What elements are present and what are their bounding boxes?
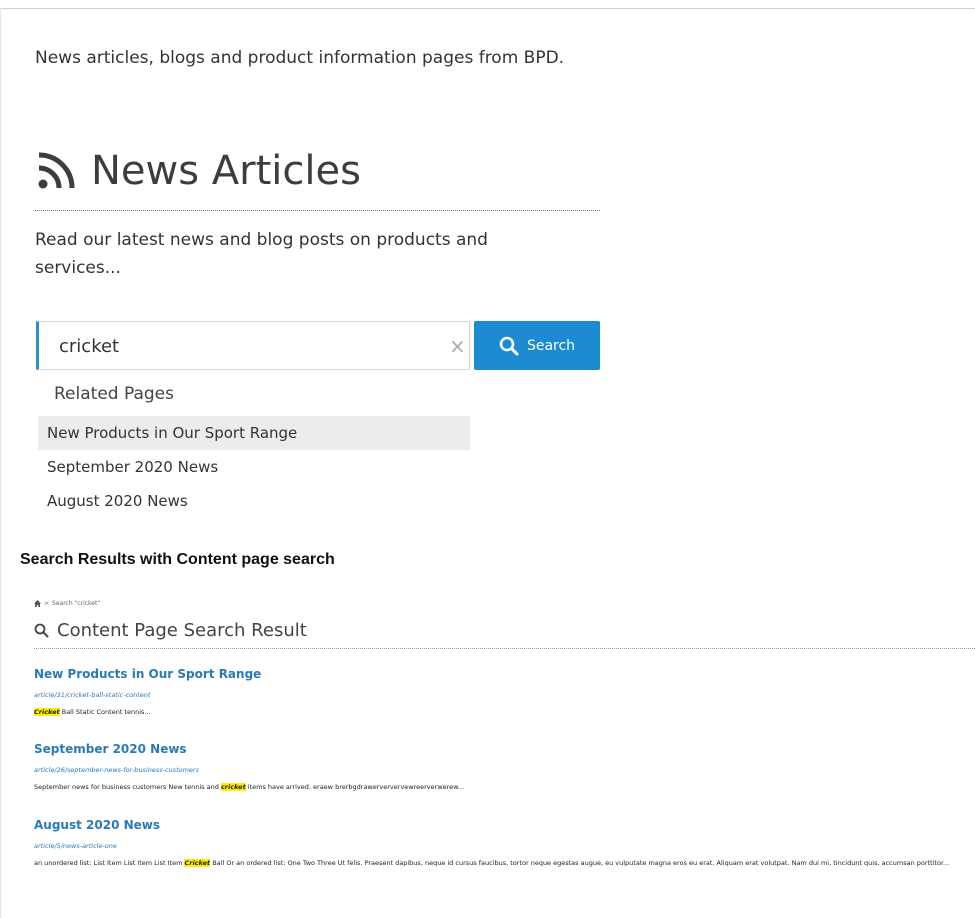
page-title: News Articles <box>35 148 361 194</box>
result-snippet: September news for business customers Ne… <box>34 782 964 793</box>
page-title-text: News Articles <box>91 148 361 194</box>
related-pages-heading: Related Pages <box>54 384 174 404</box>
results-title: Content Page Search Result <box>34 620 307 641</box>
snippet-text: Ball Or an ordered list: One Two Three U… <box>210 859 950 867</box>
snippet-text: an unordered list: List Item List Item L… <box>34 859 185 867</box>
breadcrumb: > Search "cricket" <box>34 600 100 607</box>
clear-icon[interactable]: × <box>449 334 466 358</box>
left-divider <box>0 8 1 918</box>
result-title-link[interactable]: September 2020 News <box>34 742 964 756</box>
related-pages-list: New Products in Our Sport Range Septembe… <box>38 416 470 518</box>
result-url-link[interactable]: article/5/news-article-one <box>34 842 964 850</box>
page-subtitle: Read our latest news and blog posts on p… <box>35 230 488 278</box>
section-caption: Search Results with Content page search <box>20 551 335 568</box>
search-icon <box>499 336 519 355</box>
related-item[interactable]: August 2020 News <box>38 484 470 518</box>
top-divider <box>0 8 975 9</box>
search-term-highlight: Cricket <box>184 859 211 867</box>
result-snippet: Cricket Ball Static Content tennis... <box>34 707 964 718</box>
search-button-label: Search <box>526 337 576 354</box>
search-input[interactable] <box>59 332 439 360</box>
breadcrumb-separator: > <box>44 600 50 607</box>
search-term-highlight: Cricket <box>34 708 60 716</box>
related-item[interactable]: September 2020 News <box>38 450 470 484</box>
result-title-link[interactable]: August 2020 News <box>34 818 964 832</box>
search-icon <box>34 623 49 638</box>
rss-icon <box>38 152 75 189</box>
result-title-link[interactable]: New Products in Our Sport Range <box>34 667 964 681</box>
search-result: September 2020 News article/26/september… <box>34 742 964 793</box>
intro-text: News articles, blogs and product informa… <box>35 48 565 68</box>
result-url-link[interactable]: article/31/cricket-ball-static-content <box>34 691 964 699</box>
results-title-text: Content Page Search Result <box>57 620 307 641</box>
snippet-text: Ball Static Content tennis... <box>59 708 151 716</box>
snippet-text: items have arrived. eraew brerbgdrawerve… <box>245 783 465 791</box>
search-result: New Products in Our Sport Range article/… <box>34 667 964 718</box>
home-icon[interactable] <box>34 600 41 607</box>
snippet-text: September news for business customers Ne… <box>34 783 221 791</box>
search-term-highlight: cricket <box>220 783 246 791</box>
search-result: August 2020 News article/5/news-article-… <box>34 818 964 869</box>
title-divider <box>35 210 600 211</box>
results-divider <box>34 648 975 649</box>
result-snippet: an unordered list: List Item List Item L… <box>34 858 964 869</box>
related-item[interactable]: New Products in Our Sport Range <box>38 416 470 450</box>
breadcrumb-current: Search "cricket" <box>52 600 101 607</box>
result-url-link[interactable]: article/26/september-news-for-business-c… <box>34 766 964 774</box>
search-button[interactable]: Search <box>474 321 600 370</box>
search-box: × <box>36 321 470 370</box>
